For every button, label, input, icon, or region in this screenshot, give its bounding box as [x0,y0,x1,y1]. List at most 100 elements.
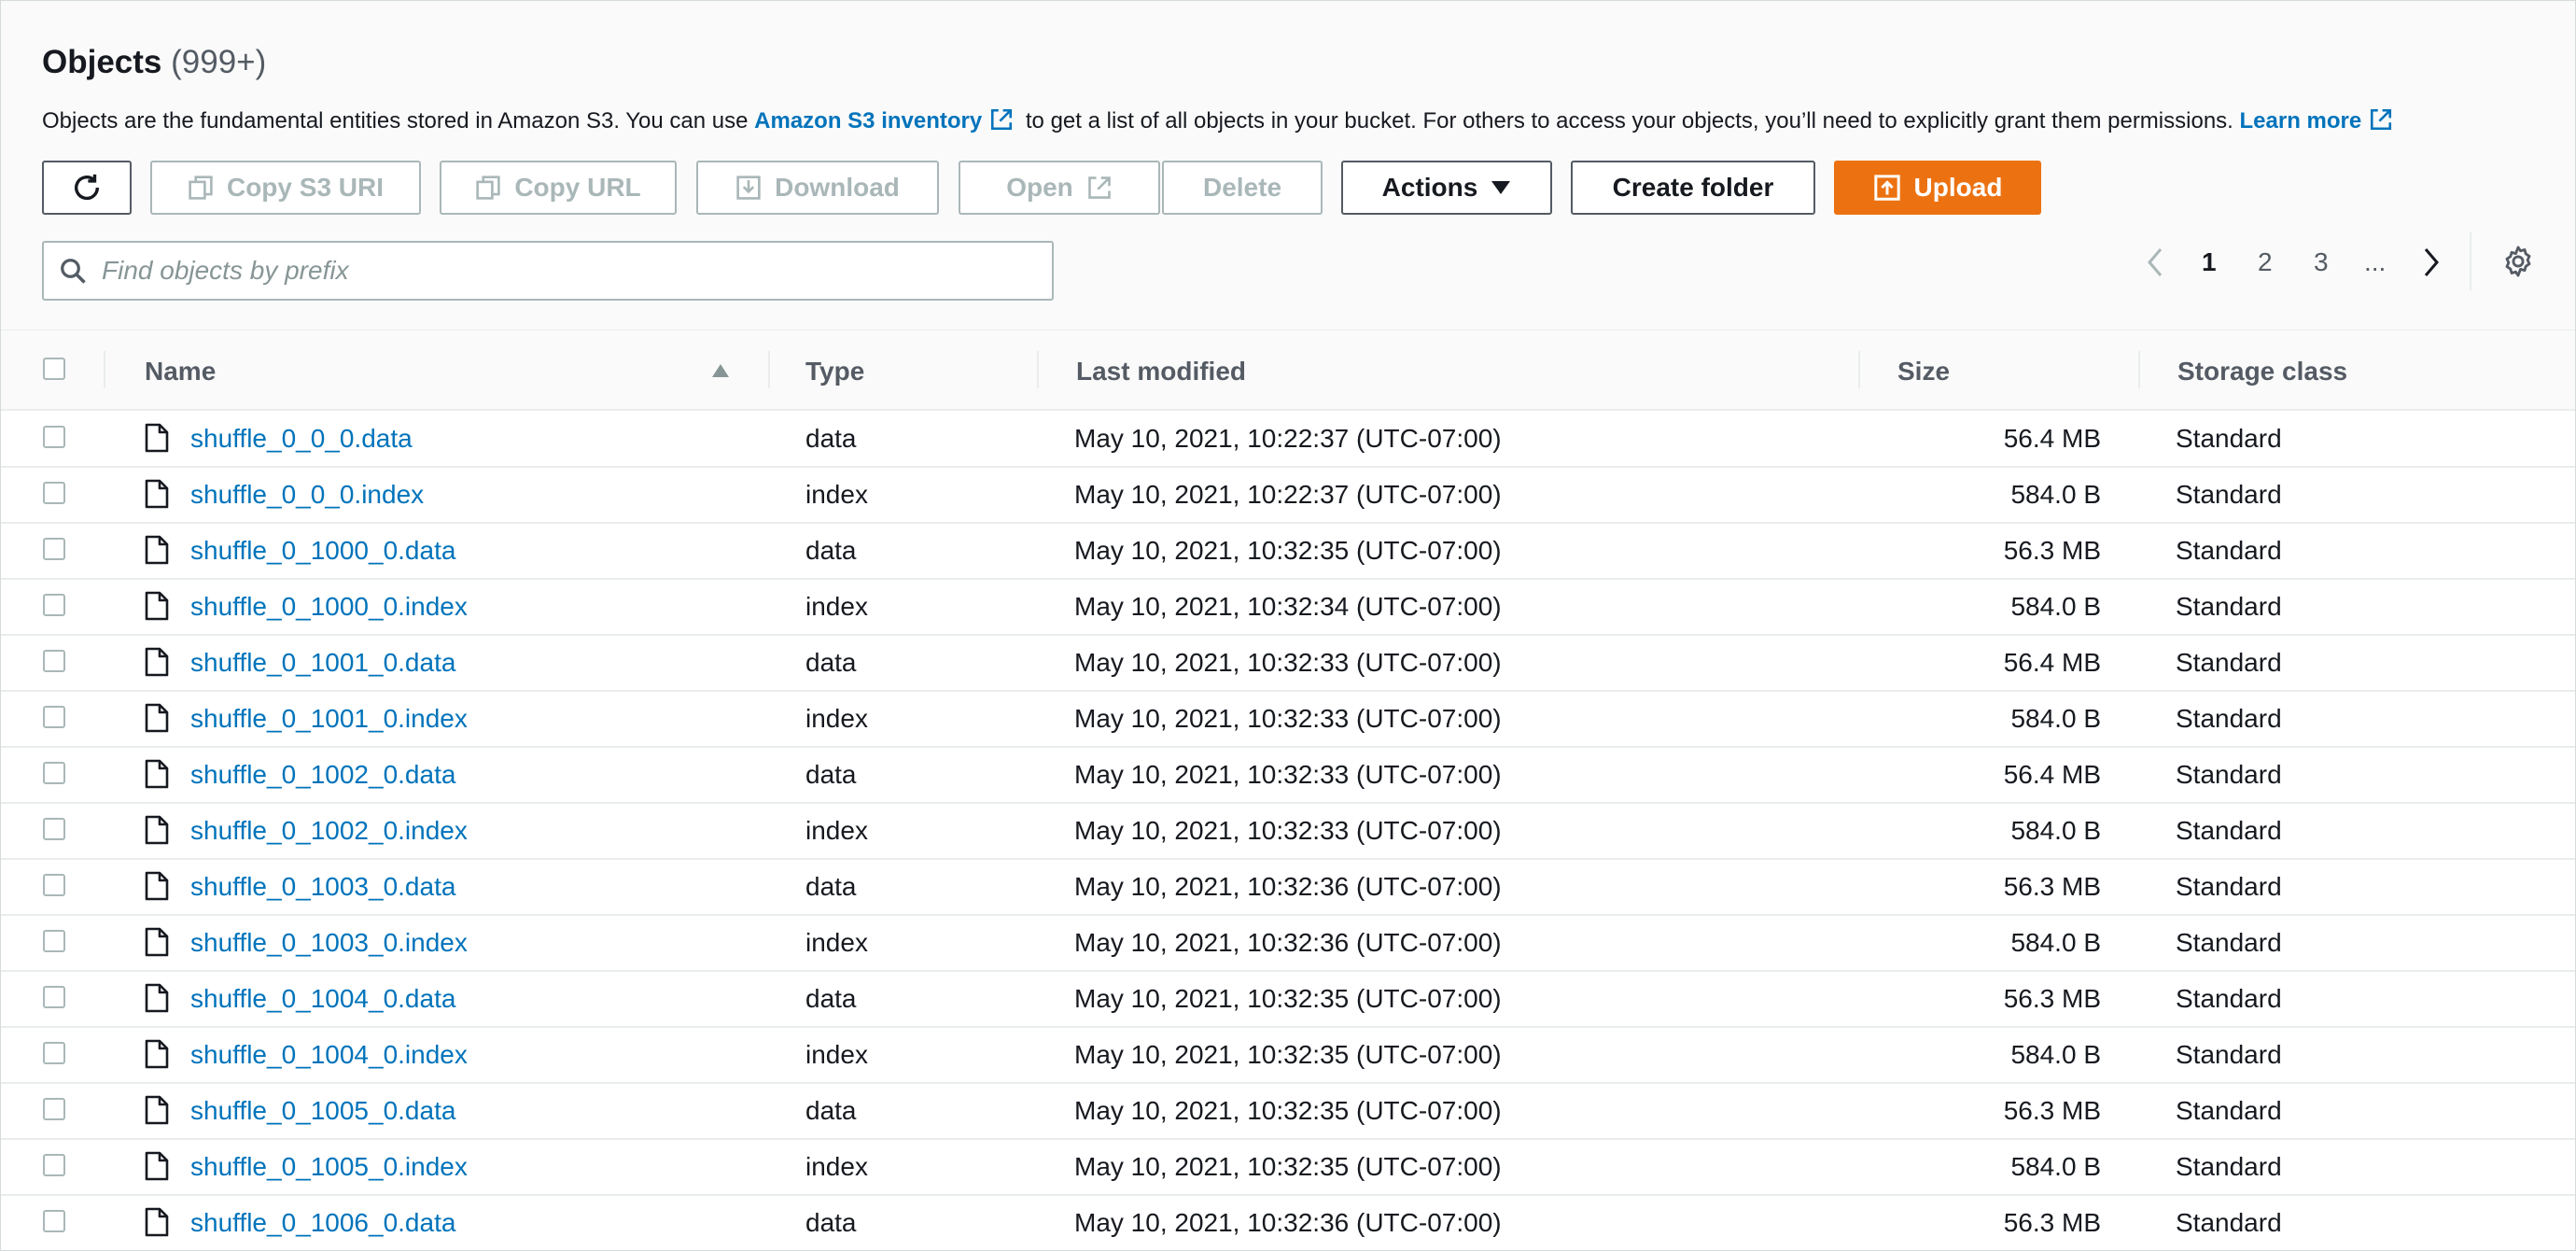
object-name-link[interactable]: shuffle_0_0_0.data [190,424,413,454]
file-icon [145,479,169,509]
row-checkbox[interactable] [43,1098,65,1120]
table-row[interactable]: shuffle_0_0_0.data data May 10, 2021, 10:2… [1,410,2575,468]
row-checkbox[interactable] [43,594,65,616]
column-header-name[interactable]: Name [145,357,216,387]
object-name-link[interactable]: shuffle_0_1005_0.data [190,1096,455,1126]
object-name-link[interactable]: shuffle_0_1004_0.data [190,984,455,1014]
object-name-link[interactable]: shuffle_0_1004_0.index [190,1040,468,1070]
object-storage-class: Standard [2176,760,2282,789]
table-row[interactable]: shuffle_0_1005_0.data data May 10, 2021, 1… [1,1082,2575,1140]
object-name-link[interactable]: shuffle_0_1001_0.data [190,648,455,678]
file-icon [145,871,169,901]
column-header-storage-class[interactable]: Storage class [2177,357,2347,387]
object-storage-class: Standard [2176,872,2282,901]
pagination-divider [2470,232,2471,290]
select-all-checkbox[interactable] [43,358,65,380]
row-checkbox[interactable] [43,986,65,1008]
object-size: 584.0 B [2010,704,2101,733]
row-checkbox[interactable] [43,706,65,728]
table-row[interactable]: shuffle_0_1002_0.data data May 10, 2021, 1… [1,746,2575,804]
download-button[interactable]: Download [696,161,939,215]
column-header-last-modified[interactable]: Last modified [1076,357,1246,387]
file-icon [145,983,169,1013]
object-last-modified: May 10, 2021, 10:32:33 (UTC-07:00) [1074,816,1502,845]
table-row[interactable]: shuffle_0_1001_0.data data May 10, 2021, 1… [1,634,2575,692]
object-type: index [805,704,868,733]
table-row[interactable]: shuffle_0_1004_0.index index May 10, 2021,… [1,1026,2575,1084]
page-2-button[interactable]: 2 [2258,247,2273,277]
object-name-link[interactable]: shuffle_0_1002_0.index [190,816,468,846]
object-size: 584.0 B [2010,1040,2101,1069]
object-name-link[interactable]: shuffle_0_1002_0.data [190,760,455,790]
table-row[interactable]: shuffle_0_1000_0.index index May 10, 2021,… [1,578,2575,636]
object-name-link[interactable]: shuffle_0_1001_0.index [190,704,468,734]
table-row[interactable]: shuffle_0_1004_0.data data May 10, 2021, 1… [1,970,2575,1028]
copy-s3-uri-button[interactable]: Copy S3 URI [150,161,421,215]
table-row[interactable]: shuffle_0_1000_0.data data May 10, 2021, 1… [1,522,2575,580]
settings-gear-icon[interactable] [2500,244,2536,279]
table-row[interactable]: shuffle_0_1006_0.data data May 10, 2021, 1… [1,1194,2575,1250]
row-checkbox[interactable] [43,818,65,840]
object-name-link[interactable]: shuffle_0_1005_0.index [190,1152,468,1182]
create-folder-button[interactable]: Create folder [1571,161,1815,215]
refresh-button[interactable] [42,161,132,215]
object-last-modified: May 10, 2021, 10:32:36 (UTC-07:00) [1074,928,1502,957]
objects-header: Objects (999+) [42,44,2543,81]
page-1-button[interactable]: 1 [2202,247,2217,277]
object-name-link[interactable]: shuffle_0_1006_0.data [190,1208,455,1238]
file-icon [145,759,169,789]
table-row[interactable]: shuffle_0_1002_0.index index May 10, 2021,… [1,802,2575,860]
object-last-modified: May 10, 2021, 10:32:35 (UTC-07:00) [1074,984,1502,1013]
row-checkbox[interactable] [43,1210,65,1232]
file-icon [145,1151,169,1181]
object-size: 56.3 MB [2003,984,2101,1013]
column-header-size[interactable]: Size [1897,357,1950,387]
inventory-link[interactable]: Amazon S3 inventory [754,108,982,134]
table-row[interactable]: shuffle_0_1005_0.index index May 10, 2021,… [1,1138,2575,1196]
row-checkbox[interactable] [43,874,65,896]
table-row[interactable]: shuffle_0_1003_0.data data May 10, 2021, 1… [1,858,2575,916]
delete-button[interactable]: Delete [1162,161,1323,215]
row-checkbox[interactable] [43,1154,65,1176]
table-row[interactable]: shuffle_0_1001_0.index index May 10, 2021,… [1,690,2575,748]
object-name-link[interactable]: shuffle_0_0_0.index [190,480,424,510]
pagination-ellipsis: ... [2364,247,2387,276]
object-name-link[interactable]: shuffle_0_1000_0.data [190,536,455,566]
file-icon [145,703,169,733]
column-header-type[interactable]: Type [805,357,864,387]
search-box[interactable] [42,241,1054,301]
object-type: data [805,984,857,1013]
objects-table: Name Type Last modified Size Storage cla… [1,330,2575,1250]
actions-dropdown[interactable]: Actions [1341,161,1552,215]
object-size: 56.4 MB [2003,424,2101,453]
object-last-modified: May 10, 2021, 10:22:37 (UTC-07:00) [1074,424,1502,453]
row-checkbox[interactable] [43,762,65,784]
row-checkbox[interactable] [43,426,65,448]
table-row[interactable]: shuffle_0_0_0.index index May 10, 2021, 10… [1,466,2575,524]
object-type: data [805,648,857,677]
copy-url-button[interactable]: Copy URL [440,161,677,215]
sort-ascending-icon[interactable] [712,364,729,377]
search-input[interactable] [100,255,1000,287]
learn-more-link[interactable]: Learn more [2240,108,2362,134]
row-checkbox[interactable] [43,1042,65,1064]
row-checkbox[interactable] [43,482,65,504]
next-page-icon[interactable] [2420,246,2443,279]
external-link-icon [1087,176,1111,199]
object-name-link[interactable]: shuffle_0_1000_0.index [190,592,468,622]
previous-page-icon[interactable] [2144,246,2166,279]
upload-button[interactable]: Upload [1834,161,2041,215]
object-last-modified: May 10, 2021, 10:32:35 (UTC-07:00) [1074,536,1502,565]
row-checkbox[interactable] [43,538,65,560]
table-row[interactable]: shuffle_0_1003_0.index index May 10, 2021,… [1,914,2575,972]
object-type: index [805,592,868,621]
object-name-link[interactable]: shuffle_0_1003_0.index [190,928,468,958]
page-3-button[interactable]: 3 [2314,247,2329,277]
row-checkbox[interactable] [43,650,65,672]
open-button[interactable]: Open [959,161,1160,215]
object-storage-class: Standard [2176,1096,2282,1125]
object-storage-class: Standard [2176,424,2282,453]
object-name-link[interactable]: shuffle_0_1003_0.data [190,872,455,902]
row-checkbox[interactable] [43,930,65,952]
file-icon [145,927,169,957]
